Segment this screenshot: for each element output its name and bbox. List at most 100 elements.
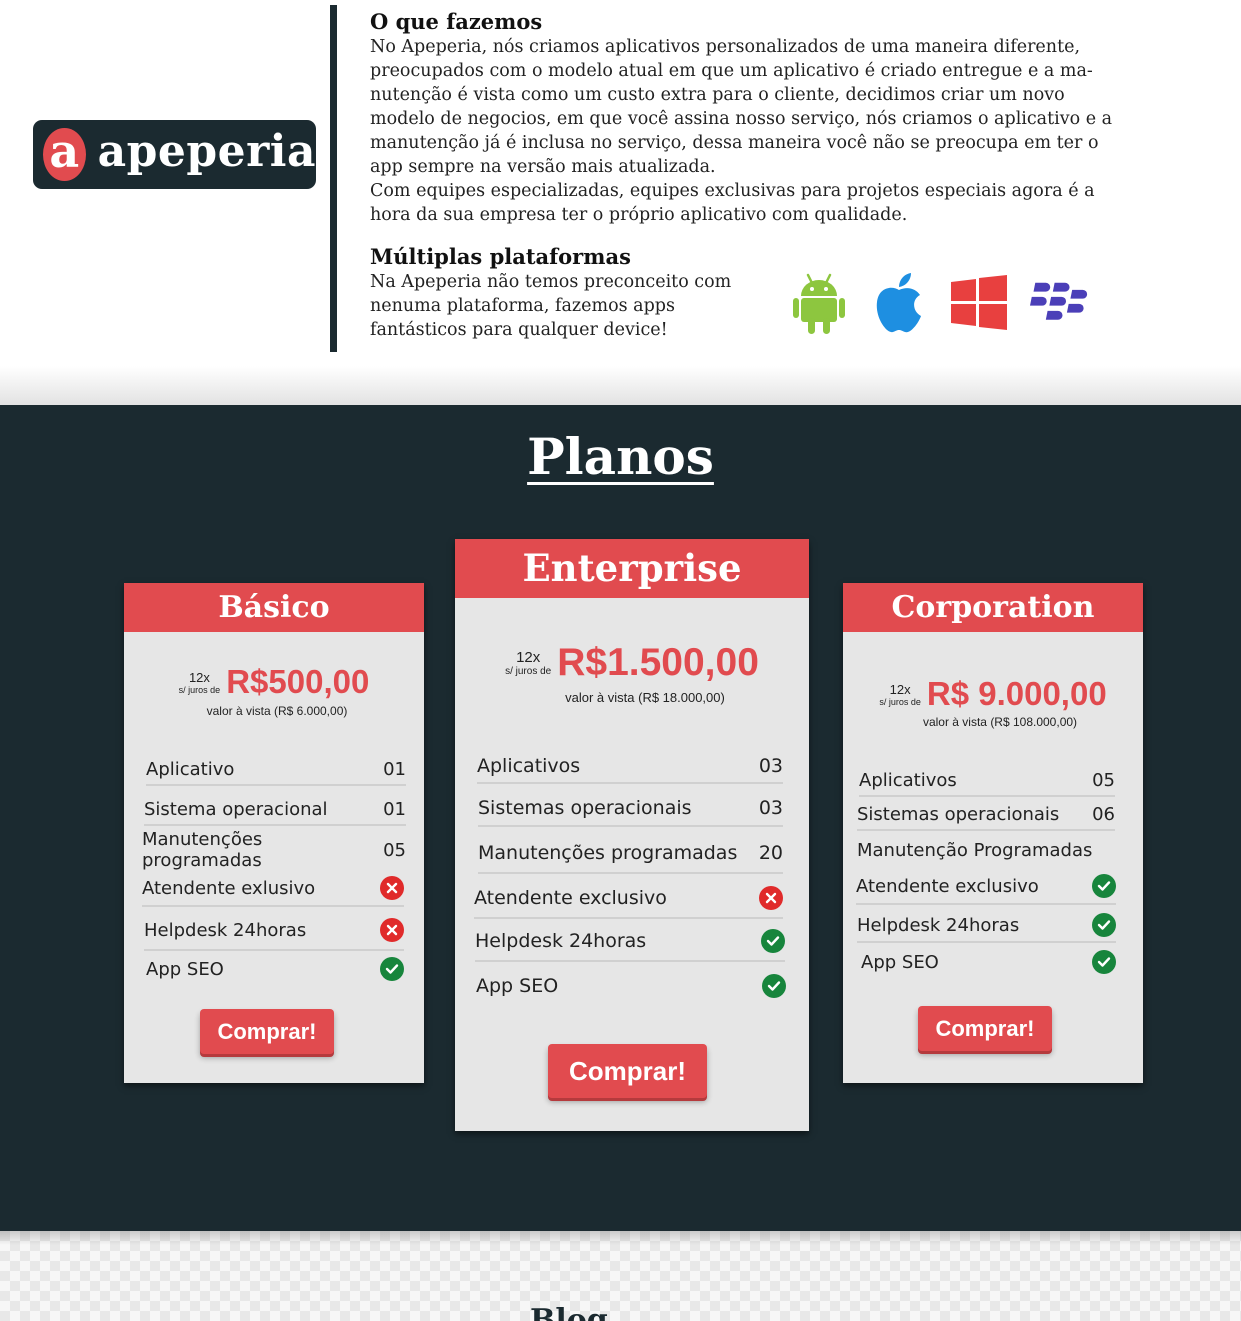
- windows-icon: [950, 272, 1008, 334]
- plan-name: Básico: [124, 583, 424, 632]
- feature-row: Sistemas operacionais 06: [857, 799, 1115, 831]
- feature-label: Atendente exlusivo: [142, 877, 316, 899]
- feature-value: 03: [758, 755, 783, 777]
- feature-value: 01: [383, 758, 406, 780]
- check-icon: [1092, 913, 1116, 937]
- about-section: O que fazemos No Apeperia, nós criamos a…: [370, 9, 1170, 227]
- unavailable-icon: [759, 886, 783, 910]
- apple-icon: [870, 272, 928, 334]
- feature-label: Sistema operacional: [144, 798, 328, 820]
- feature-row: Sistemas operacionais 03: [478, 791, 783, 827]
- plans-title-text: Planos: [527, 427, 714, 486]
- buy-button-basic[interactable]: Comprar!: [200, 1009, 334, 1054]
- divider: [330, 5, 337, 352]
- feature-value: 20: [758, 842, 783, 864]
- about-text: No Apeperia, nós criamos aplicativos per…: [370, 37, 1113, 225]
- check-icon: [762, 974, 786, 998]
- check-icon: [380, 957, 404, 981]
- feature-row: Helpdesk 24horas: [857, 909, 1116, 943]
- platforms-title: Múltiplas plataformas: [370, 244, 631, 269]
- interest-note: s/ juros de: [879, 696, 921, 707]
- android-icon: [790, 272, 848, 334]
- plan-card-corporation: Corporation 12x s/ juros de R$ 9.000,00 …: [843, 583, 1143, 1083]
- feature-label: Aplicativos: [477, 755, 581, 777]
- buy-button-corporation[interactable]: Comprar!: [918, 1006, 1052, 1051]
- feature-label: Manutenção Programadas: [857, 839, 1093, 861]
- feature-row: Helpdesk 24horas: [475, 922, 785, 962]
- interest-note: s/ juros de: [505, 666, 552, 677]
- unavailable-icon: [380, 918, 404, 942]
- check-icon: [1092, 874, 1116, 898]
- feature-value: 05: [1092, 769, 1115, 791]
- plan-name: Enterprise: [455, 539, 809, 598]
- feature-label: App SEO: [861, 951, 939, 973]
- feature-label: App SEO: [146, 958, 224, 980]
- blog-section: Blog: [0, 1231, 1241, 1321]
- installments: 12x s/ juros de: [879, 682, 921, 707]
- section-shadow: [0, 1231, 1241, 1245]
- feature-label: Sistemas operacionais: [478, 797, 692, 819]
- logo-mark: a: [43, 128, 86, 181]
- cash-price: valor à vista (R$ 6.000,00): [206, 704, 348, 718]
- feature-value: 03: [758, 797, 783, 819]
- feature-value: 01: [383, 798, 406, 820]
- blog-title: Blog: [530, 1303, 608, 1321]
- feature-label: App SEO: [476, 975, 559, 997]
- plan-card-enterprise: Enterprise 12x s/ juros de R$1.500,00 va…: [455, 539, 809, 1131]
- installments: 12x s/ juros de: [505, 649, 551, 677]
- price-row: 12x s/ juros de R$ 9.000,00: [843, 675, 1143, 713]
- feature-label: Aplicativo: [146, 758, 235, 780]
- plan-price: R$ 9.000,00: [926, 675, 1107, 712]
- platforms-section: Múltiplas plataformas Na Apeperia não te…: [370, 244, 770, 342]
- feature-row: Sistema operacional 01: [144, 794, 406, 826]
- plan-name: Corporation: [843, 583, 1143, 632]
- feature-label: Atendente exclusivo: [474, 887, 667, 909]
- cash-price: valor à vista (R$ 108.000,00): [922, 715, 1078, 729]
- feature-label: Manutenções programadas: [142, 829, 263, 871]
- blackberry-icon: [1030, 272, 1088, 334]
- buy-button-enterprise[interactable]: Comprar!: [548, 1044, 707, 1098]
- feature-label: Helpdesk 24horas: [857, 914, 1020, 936]
- price-row: 12x s/ juros de R$1.500,00: [455, 641, 809, 685]
- feature-label: Helpdesk 24horas: [475, 930, 647, 952]
- feature-row: Helpdesk 24horas: [144, 911, 404, 951]
- feature-row: Manutenções programadas 20: [478, 834, 783, 874]
- feature-row: Manutenção Programadas: [857, 835, 1115, 865]
- feature-value: 05: [383, 839, 406, 861]
- about-title: O que fazemos: [370, 9, 543, 34]
- price-row: 12x s/ juros de R$500,00: [124, 663, 424, 701]
- feature-row: Manutenções programadas 05: [142, 829, 406, 871]
- plan-price: R$1.500,00: [557, 641, 759, 684]
- feature-row: App SEO: [146, 953, 404, 985]
- plan-price: R$500,00: [226, 663, 370, 700]
- feature-row: Atendente exclusivo: [474, 879, 783, 919]
- feature-label: Helpdesk 24horas: [144, 919, 307, 941]
- unavailable-icon: [380, 876, 404, 900]
- section-shadow: [0, 366, 1241, 406]
- feature-label: Manutenções programadas: [478, 842, 738, 864]
- interest-note: s/ juros de: [178, 684, 221, 695]
- platform-icons: [790, 272, 1088, 334]
- plan-card-basic: Básico 12x s/ juros de R$500,00 valor à …: [124, 583, 424, 1083]
- installments-count: 12x: [516, 649, 541, 666]
- feature-row: Atendente exclusivo: [856, 869, 1116, 905]
- installments: 12x s/ juros de: [179, 670, 221, 695]
- feature-value: 06: [1092, 803, 1115, 825]
- feature-row: Aplicativos 03: [477, 750, 783, 784]
- feature-label: Aplicativos: [859, 769, 957, 791]
- check-icon: [1092, 950, 1116, 974]
- feature-label: Sistemas operacionais: [857, 803, 1060, 825]
- feature-label: Atendente exclusivo: [856, 875, 1039, 897]
- feature-row: Aplicativos 05: [859, 765, 1115, 797]
- platforms-text: Na Apeperia não temos preconceito com ne…: [370, 272, 732, 340]
- feature-row: Atendente exlusivo: [142, 871, 404, 907]
- plans-title: Planos: [0, 427, 1241, 486]
- feature-row: Aplicativo 01: [146, 754, 406, 786]
- plans-section: Planos Básico 12x s/ juros de R$500,00 v…: [0, 405, 1241, 1231]
- installments-count: 12x: [188, 669, 210, 685]
- cash-price: valor à vista (R$ 18.000,00): [565, 690, 725, 705]
- brand-logo[interactable]: a apeperia: [33, 120, 316, 189]
- feature-row: App SEO: [476, 967, 786, 1005]
- logo-text: apeperia: [97, 125, 316, 177]
- feature-row: App SEO: [861, 946, 1116, 978]
